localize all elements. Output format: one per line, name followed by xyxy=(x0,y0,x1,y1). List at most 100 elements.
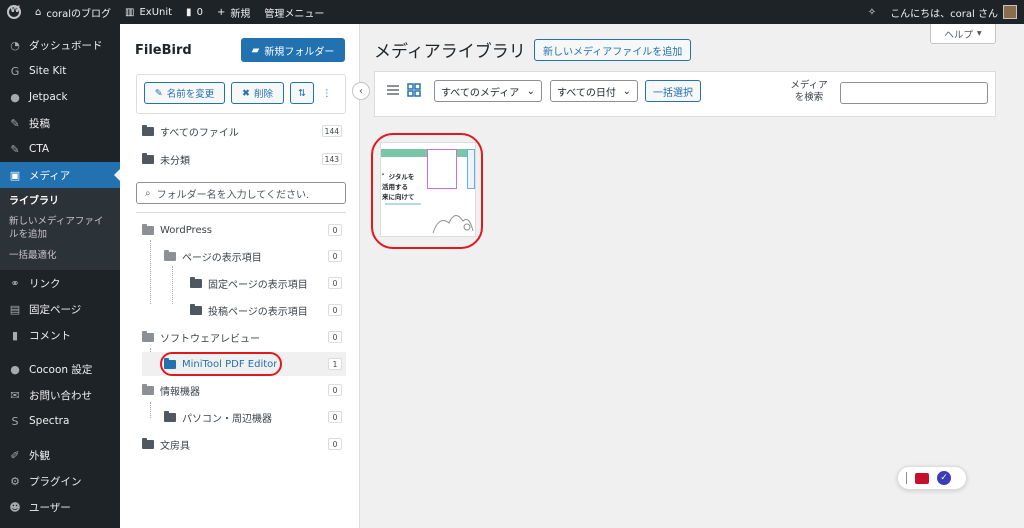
media-submenu: ライブラリ 新しいメディアファイルを追加 一括最適化 xyxy=(0,188,120,270)
sidebar-item-label: コメント xyxy=(29,329,71,342)
new-content-link[interactable]: + 新規 xyxy=(210,0,257,24)
floating-widget[interactable]: ✓ xyxy=(897,466,967,490)
sidebar-item-sitekit[interactable]: G Site Kit xyxy=(0,58,120,84)
user-icon: ☻ xyxy=(9,500,21,514)
rename-label: 名前を変更 xyxy=(166,89,215,100)
folder-open-icon xyxy=(142,383,154,395)
plus-icon: + xyxy=(216,6,226,18)
sidebar-item-label: Jetpack xyxy=(29,91,68,103)
folder-icon xyxy=(142,437,154,449)
folder-row[interactable]: 文房具 0 xyxy=(142,435,342,453)
sidebar-item-label: プラグイン xyxy=(29,475,82,488)
folder-label: 文房具 xyxy=(160,440,190,452)
folder-row[interactable]: 投稿ページの表示項目 0 xyxy=(190,301,342,319)
divider xyxy=(136,212,346,213)
sidebar-item-cocoon[interactable]: ● Cocoon 設定 xyxy=(0,356,120,382)
sidebar-item-contact[interactable]: ✉ お問い合わせ xyxy=(0,382,120,408)
media-icon: ▣ xyxy=(9,168,21,182)
folder-count: 0 xyxy=(328,438,342,450)
folder-count: 0 xyxy=(328,277,342,289)
folder-row[interactable]: 固定ページの表示項目 0 xyxy=(190,274,342,292)
bulk-select-button[interactable]: 一括選択 xyxy=(645,80,701,102)
uncategorized-row[interactable]: 未分類 143 xyxy=(142,150,342,168)
new-label: 新規 xyxy=(230,8,251,20)
folder-row[interactable]: WordPress 0 xyxy=(142,221,342,239)
folder-label: ページの表示項目 xyxy=(182,252,262,264)
highlight-ring xyxy=(371,133,483,249)
folder-row[interactable]: ソフトウェアレビュー 0 xyxy=(142,328,342,346)
folder-plus-icon: ▰ xyxy=(251,44,260,56)
chevron-left-icon: ‹ xyxy=(359,85,363,97)
folder-open-icon xyxy=(164,249,176,261)
delete-label: 削除 xyxy=(253,89,273,100)
media-type-select[interactable]: すべてのメディア ⌄ xyxy=(434,80,542,102)
sidebar-item-jetpack[interactable]: ● Jetpack xyxy=(0,84,120,110)
help-tab-button[interactable]: ヘルプ ▾ xyxy=(930,24,996,44)
sidebar-item-label: メディア xyxy=(29,169,71,182)
more-options-button[interactable]: ⋮ xyxy=(318,82,336,104)
media-search-input[interactable] xyxy=(840,82,988,104)
admin-sidebar: ◔ ダッシュボード G Site Kit ● Jetpack ✎ 投稿 ✎ CTA ▣ メデ… xyxy=(0,24,120,528)
folder-row[interactable]: パソコン・周辺機器 0 xyxy=(164,408,342,426)
rename-button[interactable]: ✎ 名前を変更 xyxy=(144,82,225,104)
folder-label: 情報機器 xyxy=(160,386,200,398)
ai-sparkle-button[interactable]: ✧ xyxy=(861,0,883,24)
comments-link[interactable]: ▮ 0 xyxy=(179,0,210,24)
filebird-title: FileBird xyxy=(135,43,192,58)
folder-icon xyxy=(190,276,202,288)
folder-open-icon xyxy=(142,223,154,235)
folder-count: 0 xyxy=(328,224,342,236)
sidebar-item-links[interactable]: ⚭ リンク xyxy=(0,270,120,296)
sidebar-item-label: ユーザー xyxy=(29,501,71,514)
folder-row[interactable]: ページの表示項目 0 xyxy=(164,247,342,265)
exunit-link[interactable]: ▥ ExUnit xyxy=(118,0,179,24)
chat-icon[interactable] xyxy=(915,472,929,484)
kebab-icon: ⋮ xyxy=(322,87,332,99)
add-new-media-button[interactable]: 新しいメディアファイルを追加 xyxy=(534,39,692,61)
delete-button[interactable]: ✖ 削除 xyxy=(231,82,284,104)
sidebar-item-pages[interactable]: ▤ 固定ページ xyxy=(0,296,120,322)
collapse-panel-button[interactable]: ‹ xyxy=(352,82,370,100)
comment-bubble-icon: ▮ xyxy=(186,6,192,18)
folder-icon xyxy=(164,410,176,422)
sitekit-icon: G xyxy=(10,64,20,78)
uncategorized-label: 未分類 xyxy=(160,155,190,167)
folder-count: 0 xyxy=(328,250,342,262)
sidebar-item-label: リンク xyxy=(29,277,61,290)
sidebar-item-users[interactable]: ☻ ユーザー xyxy=(0,494,120,520)
media-type-value: すべてのメディア xyxy=(441,87,520,99)
folder-count: 0 xyxy=(328,384,342,396)
submenu-bulk-optimize[interactable]: 一括最適化 xyxy=(0,243,120,264)
all-files-row[interactable]: すべてのファイル 144 xyxy=(142,122,342,140)
folder-search-input[interactable]: ⌕ フォルダー名を入力してください. xyxy=(136,182,346,204)
home-icon: ⌂ xyxy=(35,6,42,18)
my-account-link[interactable]: こんにちは、coral さん xyxy=(883,0,1024,24)
grid-view-icon[interactable] xyxy=(407,83,421,97)
submenu-library[interactable]: ライブラリ xyxy=(0,192,120,213)
folder-count: 1 xyxy=(328,358,342,370)
wp-logo-menu[interactable] xyxy=(0,0,28,24)
list-view-icon[interactable] xyxy=(386,83,400,97)
sidebar-item-media[interactable]: ▣ メディア xyxy=(0,162,120,188)
new-folder-label: 新規フォルダー xyxy=(264,46,335,58)
folder-row[interactable]: 情報機器 0 xyxy=(142,381,342,399)
sidebar-item-label: 固定ページ xyxy=(29,303,82,316)
site-name-link[interactable]: ⌂ coralのブログ xyxy=(28,0,118,24)
sidebar-item-label: Spectra xyxy=(29,415,70,427)
new-folder-button[interactable]: ▰ 新規フォルダー xyxy=(241,38,345,62)
check-icon[interactable]: ✓ xyxy=(937,471,951,485)
submenu-add-new[interactable]: 新しいメディアファイルを追加 xyxy=(0,213,120,243)
date-filter-value: すべての日付 xyxy=(557,87,616,99)
admin-menu-link[interactable]: 管理メニュー xyxy=(257,0,331,24)
avatar xyxy=(1003,5,1017,19)
sort-button[interactable]: ⇅ xyxy=(290,82,314,104)
sidebar-item-plugins[interactable]: ⚙ プラグイン xyxy=(0,468,120,494)
sidebar-item-comments[interactable]: ▮ コメント xyxy=(0,322,120,348)
folder-delete-icon: ✖ xyxy=(242,87,250,99)
sidebar-item-dashboard[interactable]: ◔ ダッシュボード xyxy=(0,32,120,58)
sidebar-item-posts[interactable]: ✎ 投稿 xyxy=(0,110,120,136)
sidebar-item-cta[interactable]: ✎ CTA xyxy=(0,136,120,162)
sidebar-item-spectra[interactable]: S Spectra xyxy=(0,408,120,434)
sidebar-item-appearance[interactable]: ✐ 外観 xyxy=(0,442,120,468)
date-filter-select[interactable]: すべての日付 ⌄ xyxy=(550,80,638,102)
